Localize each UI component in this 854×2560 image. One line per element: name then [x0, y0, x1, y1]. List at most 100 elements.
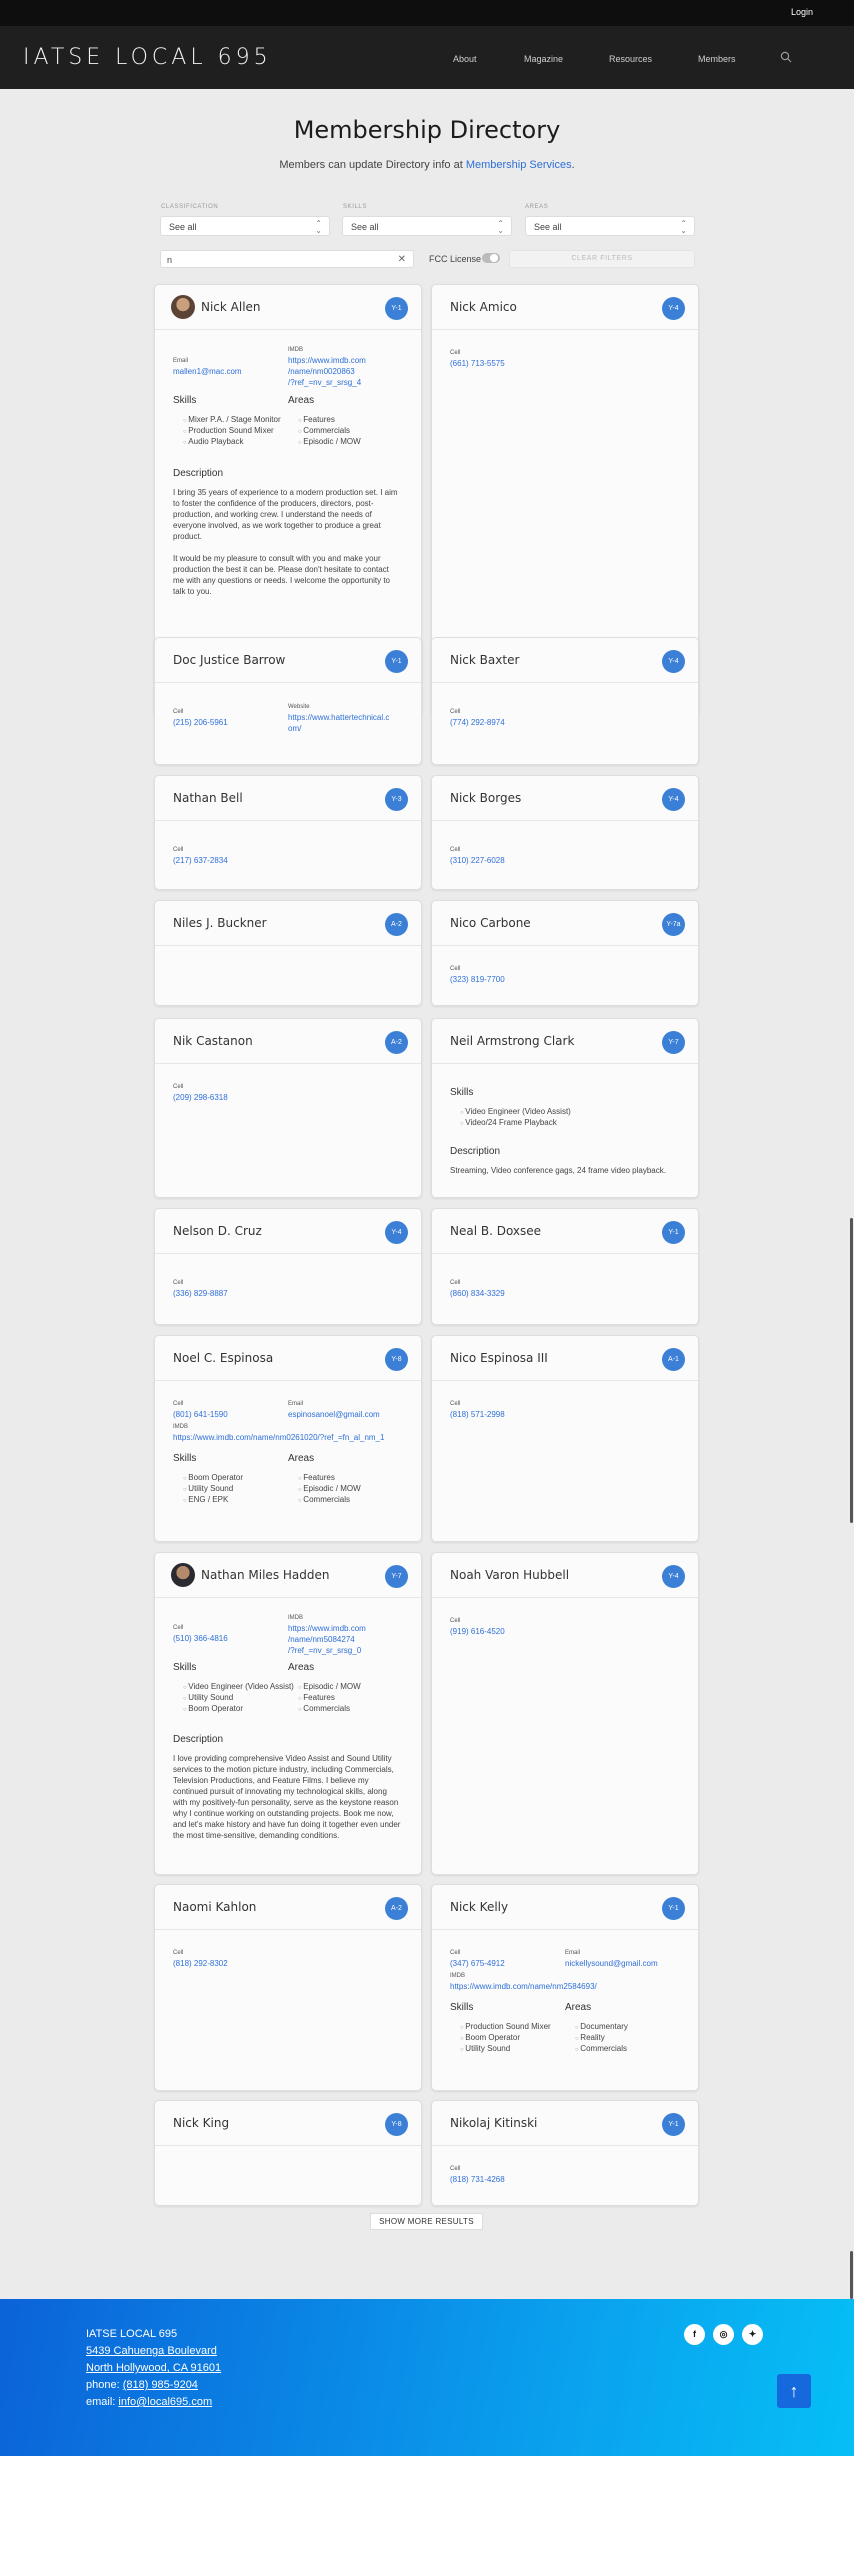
member-name: Noah Varon Hubbell	[450, 1568, 570, 1582]
close-icon[interactable]: ✕	[398, 254, 406, 265]
cell-link[interactable]: (347) 675-4912	[450, 1958, 505, 1969]
cell-link[interactable]: (919) 616-4520	[450, 1626, 505, 1637]
member-card[interactable]: Noah Varon Hubbell Y-4 Cell (919) 616-45…	[431, 1552, 699, 1875]
member-name: Nikolaj Kitinski	[450, 2116, 538, 2130]
site-logo[interactable]: IATSE LOCAL 695	[23, 45, 272, 70]
fcc-license-label: FCC License	[429, 254, 482, 264]
cell-link[interactable]: (510) 366-4816	[173, 1633, 228, 1644]
email-link[interactable]: espinosanoel@gmail.com	[288, 1409, 380, 1420]
description-line: talk to you.	[173, 587, 212, 596]
scrollbar-thumb[interactable]	[850, 1218, 853, 1523]
cell-link[interactable]: (217) 637-2834	[173, 855, 228, 866]
cell-link[interactable]: (818) 571-2998	[450, 1409, 505, 1420]
nav-magazine[interactable]: Magazine	[524, 54, 563, 64]
cell-link[interactable]: (818) 731-4268	[450, 2174, 505, 2185]
imdb-link[interactable]: https://www.imdb.com/name/nm5084274 /?ref…	[288, 1623, 366, 1656]
divider	[432, 682, 698, 683]
imdb-link-line: /?ref_=nv_sr_srsg_4	[288, 378, 362, 387]
search-icon[interactable]	[780, 51, 792, 63]
cell-link[interactable]: (661) 713-5575	[450, 358, 505, 369]
login-link[interactable]: Login	[791, 7, 813, 17]
cell-label: Cell	[450, 1401, 461, 1407]
classification-select[interactable]: See all ⌃ ⌄	[160, 216, 330, 236]
twitter-icon[interactable]: ✦	[742, 2324, 763, 2345]
cell-link[interactable]: (801) 641-1590	[173, 1409, 228, 1420]
phone-link[interactable]: (818) 985-9204	[123, 2379, 198, 2391]
facebook-icon[interactable]: f	[684, 2324, 705, 2345]
member-card[interactable]: Nelson D. Cruz Y-4 Cell (336) 829-8887	[154, 1208, 422, 1325]
imdb-link[interactable]: https://www.imdb.com/name/nm2584693/	[450, 1981, 597, 1992]
imdb-link-line: /name/nm0020863	[288, 367, 355, 376]
cell-link[interactable]: (818) 292-8302	[173, 1958, 228, 1969]
avatar	[171, 295, 195, 319]
imdb-link[interactable]: https://www.imdb.com/name/nm0020863 /?ref…	[288, 355, 366, 388]
footer-org: IATSE LOCAL 695	[86, 2328, 178, 2340]
areas-heading: Areas	[288, 1662, 315, 1673]
skills-select[interactable]: See all ⌃ ⌄	[342, 216, 512, 236]
member-card[interactable]: Nik Castanon A-2 Cell (209) 298-6318	[154, 1018, 422, 1198]
cell-label: Cell	[173, 1401, 184, 1407]
arrow-up-icon[interactable]: ↑	[777, 2374, 811, 2408]
skills-heading: Skills	[173, 1453, 197, 1464]
member-card[interactable]: Niles J. Buckner A-2	[154, 900, 422, 1006]
email-link[interactable]: nickellysound@gmail.com	[565, 1958, 658, 1969]
member-card[interactable]: Nathan Miles Hadden Y-7 Cell (510) 366-4…	[154, 1552, 422, 1875]
instagram-icon[interactable]: ◎	[713, 2324, 734, 2345]
skill-item: Boom Operator	[183, 1704, 243, 1713]
nav-about[interactable]: About	[453, 54, 477, 64]
areas-select[interactable]: See all ⌃ ⌄	[525, 216, 695, 236]
cell-link[interactable]: (310) 227-6028	[450, 855, 505, 866]
membership-services-link[interactable]: Membership Services	[466, 159, 572, 171]
email-link[interactable]: info@local695.com	[118, 2396, 212, 2408]
member-card[interactable]: Nick King Y-8	[154, 2100, 422, 2206]
imdb-link[interactable]: https://www.imdb.com/name/nm0261020/?ref…	[173, 1432, 384, 1443]
email-link[interactable]: mallen1@mac.com	[173, 366, 242, 377]
cell-link[interactable]: (860) 834-3329	[450, 1288, 505, 1299]
show-more-button[interactable]: SHOW MORE RESULTS	[370, 2213, 483, 2230]
member-card[interactable]: Nikolaj Kitinski Y-1 Cell (818) 731-4268	[431, 2100, 699, 2206]
classification-label: CLASSIFICATION	[161, 204, 219, 210]
skill-item: Video Engineer (Video Assist)	[183, 1682, 294, 1691]
classification-badge: Y-7a	[662, 913, 685, 936]
imdb-label: IMDB	[450, 1973, 465, 1979]
member-name: Nick Baxter	[450, 653, 520, 667]
area-item: Reality	[575, 2033, 604, 2042]
fcc-license-toggle[interactable]	[482, 253, 500, 263]
cell-link[interactable]: (209) 298-6318	[173, 1092, 228, 1103]
member-name: Nico Carbone	[450, 916, 531, 930]
imdb-link-line: https://www.imdb.com	[288, 1624, 366, 1633]
skills-heading: Skills	[450, 2002, 474, 2013]
member-card[interactable]: Nathan Bell Y-3 Cell (217) 637-2834	[154, 775, 422, 890]
nav-resources[interactable]: Resources	[609, 54, 652, 64]
cell-link[interactable]: (323) 819-7700	[450, 974, 505, 985]
member-card[interactable]: Naomi Kahlon A-2 Cell (818) 292-8302	[154, 1884, 422, 2091]
footer-address-line1[interactable]: 5439 Cahuenga Boulevard	[86, 2345, 217, 2357]
divider	[155, 1253, 421, 1254]
name-search-input[interactable]: n ✕	[160, 250, 414, 268]
site-header: IATSE LOCAL 695 About Magazine Resources…	[0, 26, 854, 89]
imdb-link-line: https://www.imdb.com	[288, 356, 366, 365]
clear-filters-button[interactable]: CLEAR FILTERS	[509, 250, 695, 268]
member-card[interactable]: Nick Kelly Y-1 Cell (347) 675-4912 Email…	[431, 1884, 699, 2091]
member-card[interactable]: Neal B. Doxsee Y-1 Cell (860) 834-3329	[431, 1208, 699, 1325]
classification-badge: Y-7	[662, 1031, 685, 1054]
cell-link[interactable]: (774) 292-8974	[450, 717, 505, 728]
updown-icon: ⌃ ⌄	[497, 219, 504, 235]
cell-link[interactable]: (215) 206-5961	[173, 717, 228, 728]
member-card[interactable]: Nico Carbone Y-7a Cell (323) 819-7700	[431, 900, 699, 1006]
member-card[interactable]: Nico Espinosa III A-1 Cell (818) 571-299…	[431, 1335, 699, 1542]
scrollbar-thumb[interactable]	[850, 2251, 853, 2299]
member-card[interactable]: Nick Baxter Y-4 Cell (774) 292-8974	[431, 637, 699, 765]
member-card[interactable]: Doc Justice Barrow Y-1 Cell (215) 206-59…	[154, 637, 422, 765]
footer-address-line2[interactable]: North Hollywood, CA 91601	[86, 2362, 221, 2374]
phone-label: phone:	[86, 2379, 123, 2391]
imdb-label: IMDB	[173, 1424, 188, 1430]
avatar	[171, 1563, 195, 1587]
cell-link[interactable]: (336) 829-8887	[173, 1288, 228, 1299]
member-name: Nelson D. Cruz	[173, 1224, 262, 1238]
website-link[interactable]: https://www.hattertechnical.c om/	[288, 712, 389, 734]
member-card[interactable]: Noel C. Espinosa Y-8 Cell (801) 641-1590…	[154, 1335, 422, 1542]
nav-members[interactable]: Members	[698, 54, 736, 64]
member-card[interactable]: Nick Borges Y-4 Cell (310) 227-6028	[431, 775, 699, 890]
member-card[interactable]: Neil Armstrong Clark Y-7 Skills Video En…	[431, 1018, 699, 1198]
